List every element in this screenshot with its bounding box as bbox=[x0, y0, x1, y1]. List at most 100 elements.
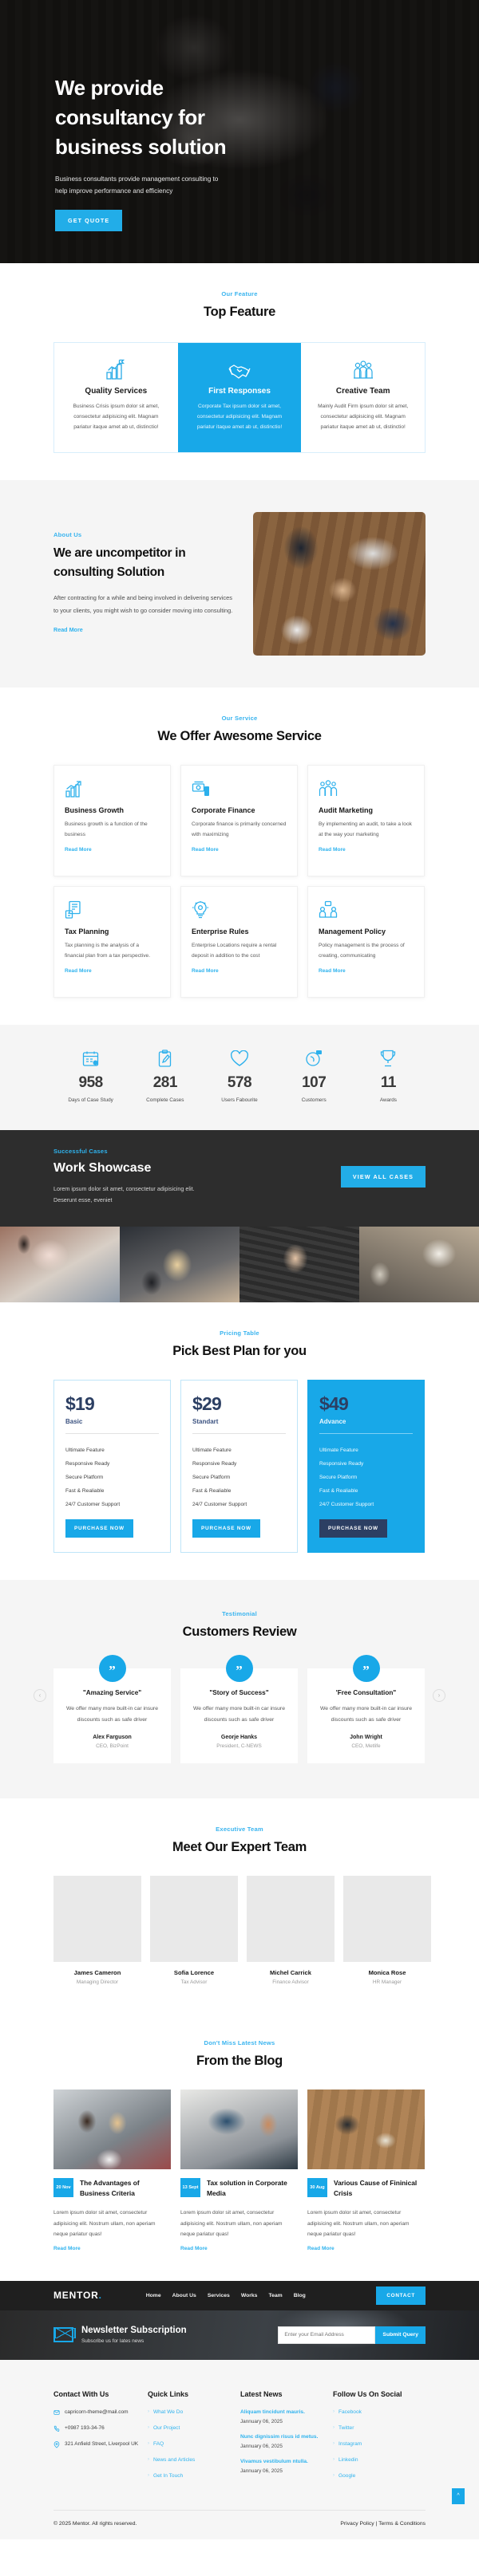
work-image-3[interactable] bbox=[240, 1227, 359, 1303]
legal-links[interactable]: Privacy Policy | Terms & Conditions bbox=[340, 2521, 426, 2527]
footer-contact-phone[interactable]: +0987 193-34-76 bbox=[53, 2425, 148, 2432]
team-member-name: Sofia Lorence bbox=[173, 1968, 215, 1976]
footer-news-item[interactable]: Nunc dignissim risus id metus. Jannuary … bbox=[240, 2434, 333, 2449]
blog-read-more-link[interactable]: Read More bbox=[307, 2246, 335, 2251]
service-read-more-link[interactable]: Read More bbox=[319, 847, 346, 853]
purchase-now-button[interactable]: PURCHASE NOW bbox=[192, 1519, 260, 1538]
footer-contact-email[interactable]: capricorn-theme@mail.com bbox=[53, 2409, 148, 2416]
blog-post-title[interactable]: The Advantages of Business Criteria bbox=[80, 2178, 171, 2200]
pricing-amount: $29 bbox=[192, 1393, 222, 1415]
blog-post-1[interactable]: 20 Nov The Advantages of Business Criter… bbox=[53, 2089, 171, 2254]
pricing-feature: Fast & Realiable bbox=[192, 1488, 232, 1495]
site-logo[interactable]: MENTOR. bbox=[53, 2290, 102, 2301]
testimonials-eyebrow: Testimonial bbox=[222, 1610, 257, 1618]
nav-item-blog[interactable]: Blog bbox=[294, 2293, 306, 2298]
team-member-james-cameron[interactable]: James Cameron Managing Director bbox=[53, 1875, 141, 1985]
about-read-more-link[interactable]: Read More bbox=[53, 626, 83, 633]
quick-link-what-we-do[interactable]: › What We Do bbox=[148, 2409, 240, 2415]
service-card-enterprise-rules[interactable]: Enterprise Rules Enterprise Locations re… bbox=[180, 885, 298, 998]
contact-button[interactable]: CONTACT bbox=[376, 2286, 426, 2305]
work-image-4[interactable] bbox=[359, 1227, 479, 1303]
blog-read-more-link[interactable]: Read More bbox=[180, 2246, 208, 2251]
social-link-linkedin[interactable]: › Linkedin bbox=[333, 2457, 426, 2463]
work-image-2[interactable] bbox=[120, 1227, 240, 1303]
blog-post-3[interactable]: 30 Aug Various Cause of Fininical Crisis… bbox=[307, 2089, 425, 2254]
purchase-now-button[interactable]: PURCHASE NOW bbox=[65, 1519, 133, 1538]
view-all-cases-button[interactable]: VIEW ALL CASES bbox=[340, 1166, 426, 1188]
chevron-right-icon: › bbox=[332, 2457, 335, 2463]
pricing-feature: 24/7 Customer Support bbox=[65, 1502, 121, 1508]
quick-link-get-in-touch[interactable]: › Get In Touch bbox=[148, 2473, 240, 2479]
team-member-sofia-lorence[interactable]: Sofia Lorence Tax Advisor bbox=[150, 1875, 238, 1985]
pricing-card-basic[interactable]: $19 Basic Ultimate Feature Responsive Re… bbox=[53, 1380, 171, 1554]
feature-card-first-responses[interactable]: First Responses Corporate Tax ipsum dolo… bbox=[177, 343, 302, 452]
footer-news-title[interactable]: Nunc dignissim risus id metus. bbox=[240, 2434, 333, 2440]
pricing-plan-name: Advance bbox=[319, 1418, 346, 1426]
quick-link-faq[interactable]: › FAQ bbox=[148, 2441, 240, 2447]
chevron-up-icon[interactable]: ^ bbox=[452, 2487, 465, 2504]
newsletter-form: Submit Query bbox=[278, 2326, 426, 2344]
footer-contact-address[interactable]: 321 Anfield Street, Liverpool UK bbox=[53, 2441, 148, 2448]
service-read-more-link[interactable]: Read More bbox=[192, 847, 219, 853]
social-link-facebook[interactable]: › Facebook bbox=[333, 2409, 426, 2415]
nav-item-about-us[interactable]: About Us bbox=[172, 2293, 196, 2298]
pricing-feature: Ultimate Feature bbox=[319, 1448, 358, 1454]
footer-news-item[interactable]: Aliquam tincidunt mauris. Jannuary 06, 2… bbox=[240, 2409, 333, 2424]
pricing-feature: Ultimate Feature bbox=[65, 1448, 105, 1454]
quick-link-our-project[interactable]: › Our Project bbox=[148, 2425, 240, 2431]
nav-item-home[interactable]: Home bbox=[146, 2293, 161, 2298]
service-read-more-link[interactable]: Read More bbox=[192, 968, 219, 974]
chevron-left-icon[interactable]: ‹ bbox=[34, 1688, 46, 1702]
money-cash-icon bbox=[192, 779, 287, 798]
service-read-more-link[interactable]: Read More bbox=[65, 968, 92, 974]
footer-news-title[interactable]: Aliquam tincidunt mauris. bbox=[240, 2409, 333, 2415]
team-title: Meet Our Expert Team bbox=[172, 1839, 307, 1854]
email-field[interactable] bbox=[278, 2326, 376, 2344]
social-link-twitter[interactable]: › Twitter bbox=[333, 2425, 426, 2431]
team-member-michel-carrick[interactable]: Michel Carrick Finance Advisor bbox=[247, 1875, 335, 1985]
blog-post-2[interactable]: 13 Sept Tax solution in Corporate Media … bbox=[180, 2089, 298, 2254]
service-card-corporate-finance[interactable]: Corporate Finance Corporate finance is p… bbox=[180, 764, 298, 876]
heart-icon bbox=[202, 1049, 276, 1068]
footer-heading: Latest News bbox=[240, 2389, 283, 2398]
chevron-right-icon: › bbox=[332, 2409, 335, 2415]
testimonials-grid: ” "Amazing Service" We offer many more b… bbox=[53, 1655, 426, 1763]
team-member-monica-rose[interactable]: Monica Rose HR Manager bbox=[343, 1875, 431, 1985]
pricing-feature-list: Ultimate Feature Responsive Ready Secure… bbox=[192, 1444, 286, 1511]
chevron-right-icon: › bbox=[332, 2441, 335, 2447]
blog-post-title[interactable]: Various Cause of Fininical Crisis bbox=[334, 2178, 425, 2200]
service-card-tax-planning[interactable]: Tax Planning Tax planning is the analysi… bbox=[53, 885, 171, 998]
logo-dot: . bbox=[98, 2290, 102, 2302]
service-card-audit-marketing[interactable]: Audit Marketing By implementing an audit… bbox=[307, 764, 425, 876]
feature-card-creative-team[interactable]: Creative Team Mainly Audit Firm ipsum do… bbox=[301, 343, 426, 452]
nav-item-team[interactable]: Team bbox=[268, 2293, 282, 2298]
pricing-feature: Fast & Realiable bbox=[65, 1488, 105, 1495]
service-card-management-policy[interactable]: Management Policy Policy management is t… bbox=[307, 885, 425, 998]
nav-item-services[interactable]: Services bbox=[208, 2293, 230, 2298]
feature-card-quality-services[interactable]: Quality Services Business Crisis ipsum d… bbox=[54, 343, 178, 452]
social-link-google[interactable]: › Google bbox=[333, 2473, 426, 2479]
submit-query-button[interactable]: Submit Query bbox=[375, 2326, 426, 2344]
pricing-card-standart[interactable]: $29 Standart Ultimate Feature Responsive… bbox=[180, 1380, 298, 1554]
blog-read-more-link[interactable]: Read More bbox=[53, 2246, 81, 2251]
testimonials-section: Testimonial Customers Review ” "Amazing … bbox=[0, 1580, 479, 1798]
nav-item-works[interactable]: Works bbox=[241, 2293, 258, 2298]
social-link-instagram[interactable]: › Instagram bbox=[333, 2441, 426, 2447]
chevron-right-icon[interactable]: › bbox=[433, 1688, 445, 1702]
work-image-1[interactable] bbox=[0, 1227, 120, 1303]
service-card-business-growth[interactable]: Business Growth Business growth is a fun… bbox=[53, 764, 171, 876]
get-quote-button[interactable]: GET QUOTE bbox=[55, 210, 123, 232]
hero-title: We provide consultancy for business solu… bbox=[55, 73, 390, 162]
quick-link-news-and-articles[interactable]: › News and Articles bbox=[148, 2457, 240, 2463]
service-read-more-link[interactable]: Read More bbox=[319, 968, 346, 974]
pricing-card-advance[interactable]: $49 Advance Ultimate Feature Responsive … bbox=[307, 1380, 425, 1554]
service-read-more-link[interactable]: Read More bbox=[65, 847, 92, 853]
newsletter-section: Newsletter Subscription Subscribe us for… bbox=[0, 2310, 479, 2360]
counter-label: Customers bbox=[301, 1097, 327, 1104]
footer-heading: Follow Us On Social bbox=[332, 2389, 402, 2398]
counter-complete-cases: 281 Complete Cases bbox=[128, 1049, 202, 1103]
footer-news-title[interactable]: Vivamus vestibulum ntulla. bbox=[240, 2459, 333, 2464]
blog-post-title[interactable]: Tax solution in Corporate Media bbox=[207, 2178, 298, 2200]
footer-news-item[interactable]: Vivamus vestibulum ntulla. Jannuary 06, … bbox=[240, 2459, 333, 2474]
purchase-now-button[interactable]: PURCHASE NOW bbox=[319, 1519, 387, 1538]
